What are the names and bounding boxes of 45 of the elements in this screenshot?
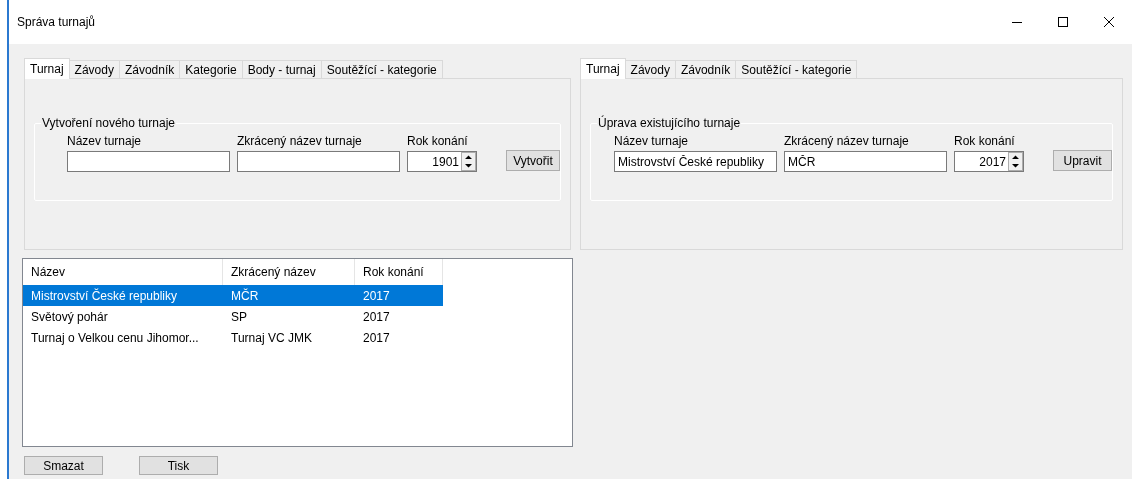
minimize-icon xyxy=(1012,21,1022,23)
table-cell-text: 2017 xyxy=(362,329,391,347)
tab[interactable]: Turnaj xyxy=(580,58,626,79)
tab[interactable]: Soutěžící - kategorie xyxy=(735,60,858,78)
tab[interactable]: Body - turnaj xyxy=(241,60,322,78)
year-spinner[interactable]: 1901 xyxy=(407,151,477,172)
field-label: Název turnaje xyxy=(67,134,143,149)
window-title: Správa turnajů xyxy=(17,14,96,31)
name-field[interactable] xyxy=(67,151,230,172)
short-name-field[interactable] xyxy=(237,151,400,172)
table-cell-text: 2017 xyxy=(362,287,391,305)
table-cell-text: SP xyxy=(230,308,248,326)
name-field[interactable]: Mistrovství České republiky xyxy=(614,151,777,172)
field-label: Zkrácený název turnaje xyxy=(784,134,910,149)
close-icon xyxy=(1104,17,1114,27)
tab[interactable]: Soutěžící - kategorie xyxy=(320,60,443,78)
action-button[interactable]: Upravit xyxy=(1053,150,1112,171)
field-label: Rok konání xyxy=(407,134,469,149)
group-title: Úprava existujícího turnaje xyxy=(597,116,742,130)
year-spinner[interactable]: 2017 xyxy=(954,151,1024,172)
tab[interactable]: Závody xyxy=(68,60,120,78)
button[interactable]: Tisk xyxy=(139,456,218,475)
table-cell-text: 2017 xyxy=(362,308,391,326)
short-name-field[interactable]: MČR xyxy=(784,151,947,172)
group-title: Vytvoření nového turnaje xyxy=(41,116,176,130)
table-cell-text: MČR xyxy=(230,287,260,305)
spin-arrows-icon[interactable] xyxy=(1008,152,1023,171)
table-row[interactable]: Turnaj o Velkou cenu Jihomor... Turnaj VC JMK 2017 xyxy=(23,327,443,348)
button[interactable]: Smazat xyxy=(24,456,103,475)
table-row[interactable]: Světový pohár SP 2017 xyxy=(23,306,443,327)
table-cell-text: Mistrovství České republiky xyxy=(30,287,179,305)
field-label: Rok konání xyxy=(954,134,1016,149)
table-cell-text: Turnaj o Velkou cenu Jihomor... xyxy=(30,329,200,347)
spin-arrows-icon[interactable] xyxy=(461,152,476,171)
field-label: Zkrácený název turnaje xyxy=(237,134,363,149)
tab[interactable]: Kategorie xyxy=(179,60,243,78)
table-cell-text: Turnaj VC JMK xyxy=(230,329,313,347)
tab[interactable]: Závody xyxy=(624,60,676,78)
tab[interactable]: Turnaj xyxy=(24,58,70,79)
table-row[interactable]: Mistrovství České republiky MČR 2017 xyxy=(23,285,443,306)
field-label: Název turnaje xyxy=(614,134,690,149)
maximize-icon xyxy=(1058,17,1068,27)
list-view[interactable]: Název Zkrácený název Rok konání Mistrovství České republiky MČR 2017 Světový pohár SP 2017 Turnaj o Velkou cenu Jihomor... Turnaj VC JMK 2017 xyxy=(22,258,573,447)
table-cell-text: Světový pohár xyxy=(30,308,109,326)
action-button[interactable]: Vytvořit xyxy=(506,150,560,171)
